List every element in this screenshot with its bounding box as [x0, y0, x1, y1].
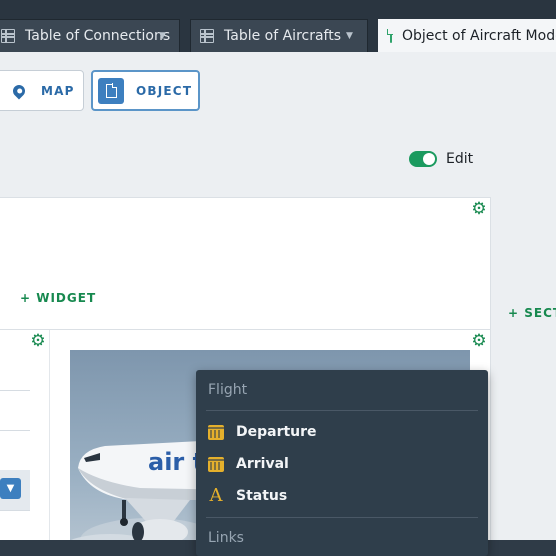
- object-view-label: OBJECT: [136, 83, 193, 98]
- chevron-down-icon[interactable]: ▼: [346, 31, 353, 41]
- chevron-down-icon[interactable]: ▼: [0, 478, 21, 499]
- left-widget-column: ⚙ ▼: [0, 330, 50, 556]
- menu-item-arrival[interactable]: Arrival: [208, 453, 289, 475]
- edit-toggle[interactable]: [409, 151, 437, 167]
- menu-item-label: Status: [236, 488, 288, 504]
- table-icon: [1, 29, 15, 43]
- menu-group-header: Flight: [208, 382, 248, 398]
- tab-bar: Table of Connections ▼ Table of Aircraft…: [0, 0, 556, 52]
- add-section-button[interactable]: + SECTI: [508, 306, 556, 320]
- map-view-button[interactable]: MAP: [0, 70, 84, 111]
- menu-item-status[interactable]: A Status: [208, 485, 288, 507]
- divider: [0, 430, 30, 431]
- menu-divider: [206, 517, 478, 518]
- tab-label: Table of Aircrafts: [224, 28, 342, 44]
- letter-a-icon: A: [209, 485, 223, 506]
- calendar-icon: [208, 424, 224, 440]
- menu-group-header: Links: [208, 530, 244, 546]
- table-icon: [200, 29, 214, 43]
- menu-item-departure[interactable]: Departure: [208, 421, 317, 443]
- menu-divider: [206, 410, 478, 411]
- tab-table-of-aircrafts[interactable]: Table of Aircrafts ▼: [190, 19, 368, 52]
- section-panel: ⚙ + WIDGET: [0, 197, 491, 330]
- divider: [0, 510, 30, 511]
- edit-label: Edit: [446, 151, 474, 167]
- chevron-down-icon[interactable]: ▼: [159, 31, 166, 41]
- document-icon: [386, 28, 393, 43]
- add-widget-button[interactable]: + WIDGET: [20, 291, 96, 305]
- tab-table-of-connections[interactable]: Table of Connections ▼: [0, 19, 180, 52]
- tab-label: Object of Aircraft Model: [402, 28, 556, 44]
- tab-label: Table of Connections: [25, 28, 171, 44]
- gear-icon[interactable]: ⚙: [30, 333, 46, 350]
- tab-object-of-aircraft-model[interactable]: Object of Aircraft Model: [378, 19, 556, 52]
- document-icon: [98, 77, 124, 104]
- divider: [0, 390, 30, 391]
- gear-icon[interactable]: ⚙: [471, 201, 487, 218]
- map-view-label: MAP: [41, 83, 75, 98]
- menu-item-label: Departure: [236, 424, 317, 440]
- object-view-button[interactable]: OBJECT: [91, 70, 200, 111]
- calendar-icon: [208, 456, 224, 472]
- map-pin-icon: [10, 82, 28, 99]
- property-menu: Flight Departure Arrival A Status Links: [196, 370, 488, 556]
- gear-icon[interactable]: ⚙: [471, 333, 487, 350]
- menu-item-label: Arrival: [236, 456, 289, 472]
